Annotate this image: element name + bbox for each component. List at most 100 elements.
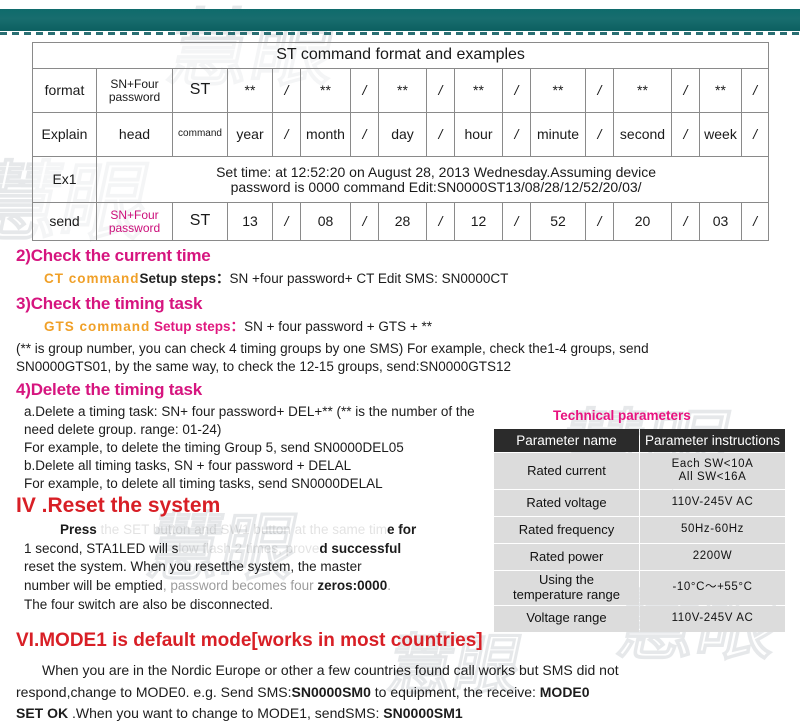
- mode-sm1-code: SN0000SM1: [383, 705, 463, 722]
- row-label-format: format: [32, 68, 97, 113]
- mode-mode0-label: MODE0: [539, 683, 590, 700]
- cell-minute-fmt: **: [530, 68, 586, 113]
- ct-setup-steps-text: SN +four password+ CT Edit SMS: SN0000CT: [229, 271, 509, 286]
- cell-slash: /: [585, 112, 614, 157]
- cell-year-send: 13: [227, 202, 273, 241]
- gts-setup-steps-label: Setup steps：: [154, 319, 245, 334]
- technical-parameters-title: Technical parameters: [553, 408, 691, 423]
- cell-year-fmt: **: [227, 68, 273, 113]
- gts-body-line1: (** is group number, you can check 4 tim…: [16, 341, 649, 356]
- cell-hour-send: 12: [454, 202, 503, 241]
- delete-line-a2: need delete group. range: 01-24): [24, 422, 222, 437]
- cell-st: ST: [172, 68, 228, 113]
- cell-slash: /: [671, 112, 700, 157]
- cell-st-send: ST: [172, 202, 228, 241]
- cell-sn-password-send: SN+Four password: [96, 202, 173, 241]
- dashed-divider: [0, 32, 800, 35]
- cell-slash: /: [272, 112, 301, 157]
- cell-week-send: 03: [699, 202, 742, 241]
- cell-month: month: [300, 112, 351, 157]
- reset-l5: The four switch are also be disconnected…: [24, 596, 274, 612]
- example-line2: password is 0000 command Edit:SN0000ST13…: [230, 178, 642, 195]
- tech-row-temperature-range: Using the temperature range -10°C～+55°C: [494, 571, 785, 605]
- delete-line-a3: For example, to delete the timing Group …: [24, 440, 404, 455]
- cell-slash: /: [585, 202, 614, 241]
- st-command-table: ST command format and examples format SN…: [31, 42, 770, 241]
- cell-hour-fmt: **: [454, 68, 503, 113]
- header-bar: [0, 9, 800, 31]
- cell-slash: /: [502, 68, 531, 113]
- gts-setup-steps-text: SN + four password + GTS + **: [244, 319, 433, 334]
- reset-l2a: 1 second, STA1LED will s: [24, 540, 179, 556]
- tech-row-rated-power: Rated power 2200W: [494, 544, 785, 570]
- reset-l2b: low flash 2 times, prove: [178, 540, 320, 556]
- cell-slash: /: [272, 202, 301, 241]
- tech-name-rated-voltage: Rated voltage: [494, 490, 639, 516]
- heading-mode1-default: VI.MODE1 is default mode[works in most c…: [16, 630, 483, 651]
- st-table-title: ST command format and examples: [31, 42, 770, 69]
- heading-check-current-time: 2)Check the current time: [16, 246, 211, 265]
- cell-day-fmt: **: [378, 68, 427, 113]
- cell-year: year: [227, 112, 273, 157]
- reset-l2c: d successful: [319, 540, 402, 556]
- tech-header-row: Parameter name Parameter instructions: [494, 429, 785, 452]
- cell-minute: minute: [530, 112, 586, 157]
- cell-slash: /: [350, 202, 379, 241]
- cell-second-fmt: **: [613, 68, 672, 113]
- cell-slash: /: [426, 68, 455, 113]
- cell-slash: /: [740, 202, 770, 241]
- tech-value-rated-current: Each SW<10A All SW<16A: [640, 453, 785, 489]
- example-line1: Set time: at 12:52:20 on August 28, 2013…: [216, 163, 657, 180]
- cell-month-fmt: **: [300, 68, 351, 113]
- delete-line-b2: For example, to delete all timing tasks,…: [24, 476, 383, 491]
- cell-minute-send: 52: [530, 202, 586, 241]
- example-text: Set time: at 12:52:20 on August 28, 2013…: [95, 156, 770, 203]
- heading-delete-timing-task: 4)Delete the timing task: [16, 380, 203, 399]
- technical-parameters-table: Parameter name Parameter instructions Ra…: [493, 428, 786, 633]
- cell-command: command: [172, 112, 228, 157]
- reset-l1a: Press: [60, 522, 97, 537]
- reset-l4d: .: [387, 577, 391, 593]
- reset-l4a: number will be emptied: [24, 577, 163, 593]
- mode-l2c: to equipment, the receive:: [370, 683, 540, 700]
- tech-name-voltage-range: Voltage range: [494, 605, 639, 632]
- heading-check-timing-task: 3)Check the timing task: [16, 294, 203, 313]
- tech-name-rated-current: Rated current: [494, 453, 639, 489]
- tech-col-parameter-instructions: Parameter instructions: [640, 429, 785, 452]
- mode-setok-label: SET OK: [16, 705, 69, 722]
- cell-slash: /: [502, 112, 531, 157]
- line-gts-command: GTS command Setup steps：SN + four passwo…: [44, 318, 432, 336]
- tech-value-rated-power: 2200W: [640, 544, 785, 570]
- cell-slash: /: [426, 112, 455, 157]
- table-row-format: format SN+Four password ST ** / ** / ** …: [32, 68, 770, 113]
- cell-month-send: 08: [300, 202, 351, 241]
- delete-line-a1: a.Delete a timing task: SN+ four passwor…: [24, 404, 475, 419]
- line-ct-command: CT commandSetup steps：SN +four password+…: [44, 270, 508, 288]
- row-label-ex1: Ex1: [32, 156, 97, 203]
- mode-l3b: .When you want to change to MODE1, sendS…: [68, 705, 384, 722]
- cell-slash: /: [502, 202, 531, 241]
- table-row-send: send SN+Four password ST 13 / 08 / 28 / …: [32, 202, 770, 241]
- heading-reset-system: IV .Reset the system: [16, 494, 221, 517]
- cell-week: week: [699, 112, 742, 157]
- cell-slash: /: [671, 202, 700, 241]
- mode-l2a: respond,change to MODE0. e.g. Send SMS:: [16, 683, 292, 700]
- cell-slash: /: [671, 68, 700, 113]
- tech-row-voltage-range: Voltage range 110V-245V AC: [494, 605, 785, 632]
- cell-head: head: [96, 112, 173, 157]
- cell-slash: /: [350, 112, 379, 157]
- reset-l1b: the SET button and SW1 button at the sam…: [96, 522, 387, 537]
- cell-slash: /: [585, 68, 614, 113]
- gts-body-line2: SN0000GTS01, by the same way, to check t…: [16, 359, 512, 374]
- tech-col-parameter-name: Parameter name: [494, 429, 639, 452]
- table-row-example: Ex1 Set time: at 12:52:20 on August 28, …: [32, 156, 770, 203]
- cell-hour: hour: [454, 112, 503, 157]
- table-row-explain: Explain head command year / month / day …: [32, 112, 770, 157]
- reset-l1c: e for: [386, 522, 417, 537]
- cell-slash: /: [740, 112, 770, 157]
- reset-l3: reset the system. When you resetthe syst…: [24, 559, 362, 575]
- tech-value-voltage-range: 110V-245V AC: [640, 605, 785, 632]
- table-row-title: ST command format and examples: [31, 42, 770, 69]
- row-label-send: send: [32, 202, 97, 241]
- tech-value-rated-frequency: 50Hz-60Hz: [640, 517, 785, 543]
